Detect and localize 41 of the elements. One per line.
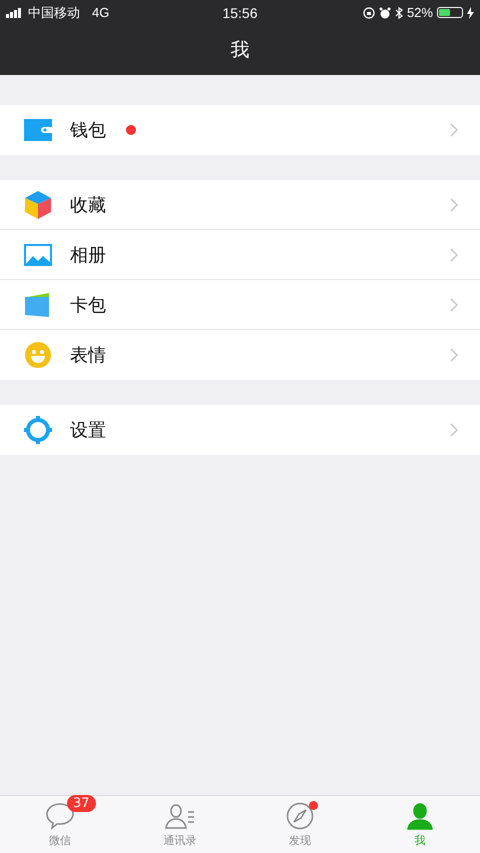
chat-icon	[45, 802, 75, 830]
menu-item[interactable]: 收藏	[0, 180, 480, 230]
cube-icon	[24, 190, 52, 218]
menu-label: 收藏	[70, 194, 106, 216]
contacts-icon	[164, 802, 196, 830]
network-text: 4G	[92, 5, 110, 20]
settings-icon	[24, 416, 52, 444]
unread-badge: 37	[67, 795, 96, 812]
chevron-icon	[450, 198, 458, 212]
card-icon	[24, 292, 52, 316]
image-icon	[24, 244, 52, 266]
menu-label: 设置	[70, 419, 106, 442]
battery-icon	[436, 7, 463, 18]
charging-icon	[466, 6, 474, 18]
menu-item[interactable]: 相册	[0, 230, 480, 280]
menu-item[interactable]: 设置	[0, 405, 480, 455]
menu-item[interactable]: 卡包	[0, 280, 480, 330]
alarm-icon	[378, 6, 391, 18]
wallet-icon	[24, 119, 52, 141]
smiley-icon	[24, 342, 52, 368]
battery-percent: 52%	[406, 5, 433, 20]
chevron-icon	[450, 248, 458, 262]
menu-label: 卡包	[70, 294, 106, 316]
menu-item[interactable]: 钱包	[0, 105, 480, 155]
person-icon	[406, 802, 434, 830]
compass-icon	[286, 802, 314, 830]
page-title: 我	[230, 38, 250, 63]
menu-label: 钱包	[70, 119, 106, 142]
rotation-lock-icon	[362, 6, 375, 18]
chevron-icon	[450, 123, 458, 137]
menu-label: 表情	[70, 344, 106, 367]
chevron-icon	[450, 348, 458, 362]
chevron-icon	[450, 423, 458, 437]
tab[interactable]: 37 微信	[0, 796, 120, 853]
carrier-text: 中国移动	[28, 4, 80, 22]
menu-item[interactable]: 表情	[0, 330, 480, 380]
menu-label: 相册	[70, 244, 106, 266]
bluetooth-icon	[394, 6, 403, 18]
status-time: 15:56	[222, 4, 258, 20]
signal-icon	[6, 8, 24, 18]
chevron-icon	[450, 298, 458, 312]
